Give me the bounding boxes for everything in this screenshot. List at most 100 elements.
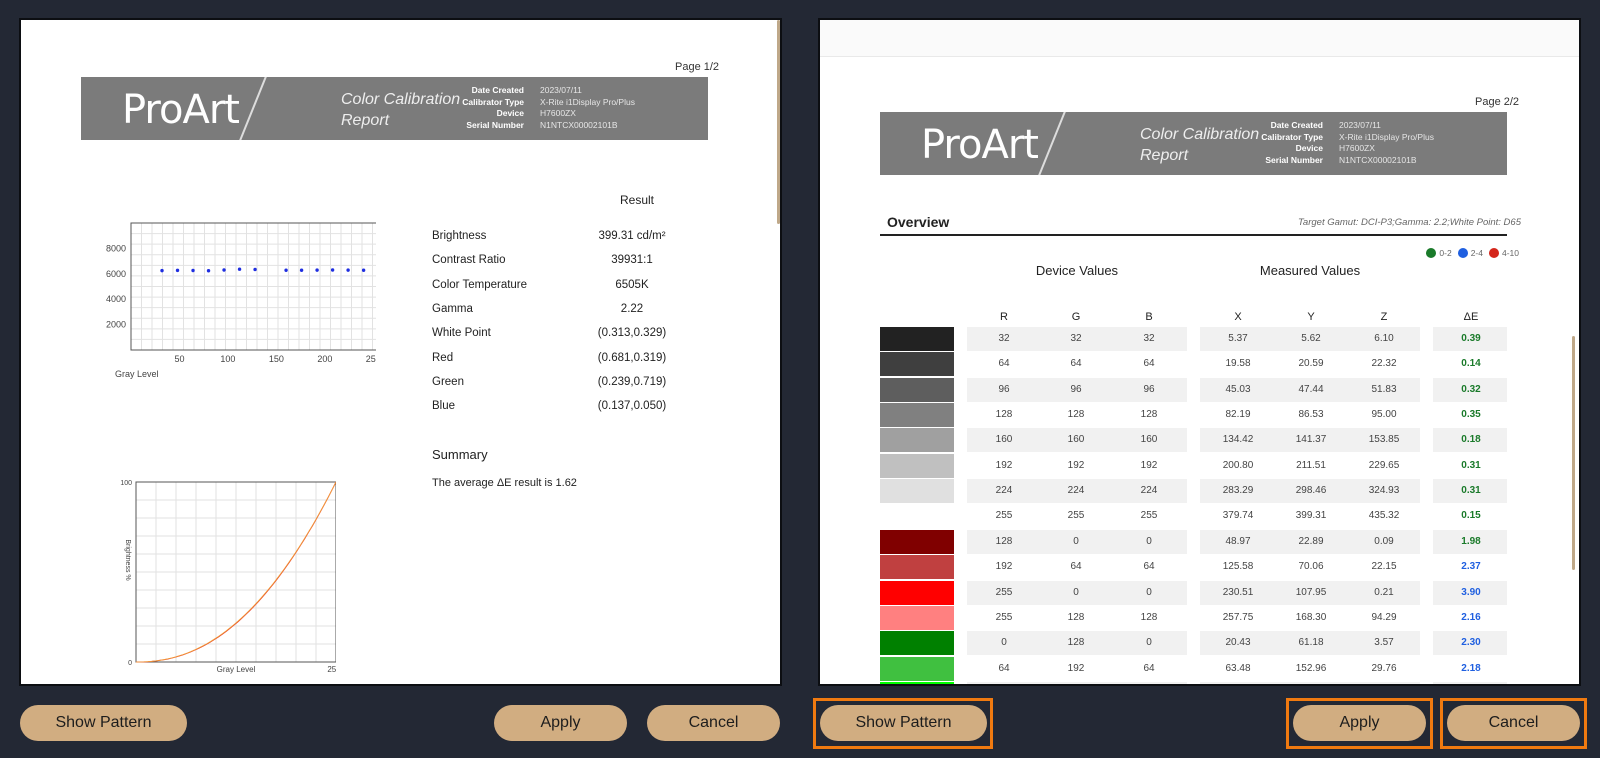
color-swatch (880, 327, 954, 351)
color-swatch (880, 581, 954, 605)
metric-row: White Point (0.313,0.329) (432, 327, 667, 340)
table-cell-b: 255 (1140, 510, 1158, 521)
table-cell-b: 160 (1140, 434, 1158, 445)
table-cell-x: 5.37 (1228, 333, 1248, 344)
delta-e-value: 0.18 (1461, 434, 1481, 445)
table-cell-x: 200.80 (1222, 460, 1254, 471)
summary-text: The average ΔE result is 1.62 (432, 477, 577, 489)
table-cell-x: 82.19 (1225, 409, 1251, 420)
measured-values-heading: Measured Values (1259, 263, 1361, 278)
table-cell-z: 22.15 (1371, 561, 1397, 572)
table-cell-b: 224 (1140, 485, 1158, 496)
table-cell-b: 0 (1146, 637, 1152, 648)
report-banner: ProArt Color Calibration Report Date Cre… (880, 112, 1507, 175)
table-cell-b: 0 (1119, 682, 1179, 684)
table-cell-x: 63.48 (1225, 663, 1251, 674)
table-cell-g: 128 (1067, 612, 1085, 623)
proart-logo: ProArt (122, 87, 240, 133)
metric-row: Contrast Ratio 39931:1 (432, 254, 653, 267)
table-cell-r: 255 (995, 587, 1013, 598)
cancel-button-left[interactable]: Cancel (647, 705, 780, 741)
table-cell-b: 0 (1146, 536, 1152, 547)
color-swatch (880, 403, 954, 427)
color-swatch (880, 352, 954, 376)
page-number: Page 2/2 (1475, 96, 1520, 108)
table-cell-z: 51.83 (1371, 384, 1397, 395)
table-cell-r: 128 (995, 409, 1013, 420)
delta-e-value: 2.65 (1441, 682, 1501, 684)
delta-e-value: 2.18 (1461, 663, 1481, 674)
color-swatch (880, 479, 954, 503)
table-cell-y: 284.29 (1281, 682, 1341, 684)
overview-divider (880, 234, 1507, 236)
table-cell-y: 141.37 (1295, 434, 1327, 445)
color-swatch (880, 504, 954, 528)
table-cell-z: 435.32 (1368, 510, 1400, 521)
delta-e-value: 0.31 (1461, 485, 1481, 496)
table-cell-g: 96 (1070, 384, 1082, 395)
column-header: Y (1307, 311, 1315, 323)
table-cell-z: 324.93 (1368, 485, 1400, 496)
table-cell-g: 192 (1067, 460, 1085, 471)
show-pattern-button-right[interactable]: Show Pattern (820, 705, 987, 741)
table-cell-z: 29.76 (1371, 663, 1397, 674)
apply-button-right[interactable]: Apply (1293, 705, 1426, 741)
y-tick-label: 6000 (106, 269, 126, 279)
table-cell-g: 255 (1067, 510, 1085, 521)
table-cell-g: 128 (1067, 409, 1085, 420)
data-point (191, 268, 195, 273)
table-cell-b: 64 (1143, 358, 1155, 369)
column-header: X (1234, 311, 1242, 323)
chart-title: Gamma Curve (96, 683, 155, 686)
table-cell-r: 224 (995, 485, 1013, 496)
table-cell-b: 32 (1143, 333, 1155, 344)
x-tick-label: 50 (174, 354, 184, 364)
delta-e-value: 2.37 (1461, 561, 1481, 572)
table-cell-y: 70.06 (1298, 561, 1324, 572)
page-1-scrollbar[interactable] (777, 20, 780, 224)
color-swatch (880, 428, 954, 452)
table-cell-y: 152.96 (1295, 663, 1327, 674)
table-cell-r: 192 (995, 460, 1013, 471)
data-point (284, 268, 288, 272)
report-page-2-panel[interactable]: Page 2/2 ProArt Color Calibration Report… (818, 18, 1581, 686)
table-cell-g: 224 (1067, 485, 1085, 496)
table-cell-r: 128 (995, 536, 1013, 547)
show-pattern-button-left[interactable]: Show Pattern (20, 705, 187, 741)
table-cell-g: 0 (1073, 587, 1079, 598)
table-cell-b: 96 (1143, 384, 1155, 395)
y-tick-label: 100 (120, 480, 132, 487)
cancel-button-right[interactable]: Cancel (1447, 705, 1580, 741)
table-cell-r: 192 (995, 561, 1013, 572)
table-cell-g: 0 (1073, 536, 1079, 547)
table-cell-r: 64 (998, 663, 1010, 674)
table-cell-g: 160 (1067, 434, 1085, 445)
legend-label: Measured (225, 684, 258, 686)
table-cell-y: 22.89 (1298, 536, 1324, 547)
delta-e-value: 0.32 (1461, 384, 1481, 395)
table-cell-r: 255 (995, 612, 1013, 623)
table-cell-g: 192 (1067, 663, 1085, 674)
table-cell-b: 64 (1143, 663, 1155, 674)
report-meta: Date Created 2023/07/11 Calibrator Type X-… (462, 85, 635, 130)
table-cell-x: 20.43 (1225, 637, 1251, 648)
x-tick-label: 255 (327, 665, 336, 674)
page-2-scrollbar[interactable] (1572, 336, 1575, 570)
table-cell-x: 283.29 (1222, 485, 1254, 496)
result-heading: Result (620, 193, 655, 207)
table-cell-x: 19.58 (1225, 358, 1251, 369)
delta-e-value: 0.39 (1461, 333, 1481, 344)
legend-item: 0-2 (1426, 248, 1452, 258)
target-info: Target Gamut: DCI-P3;Gamma: 2.2;White Po… (1298, 217, 1521, 228)
table-cell-r: 64 (998, 358, 1010, 369)
legend-dot-red (1488, 248, 1499, 258)
color-swatch (880, 378, 954, 402)
data-point (237, 267, 242, 271)
apply-button-left[interactable]: Apply (494, 705, 627, 741)
table-cell-g: 32 (1070, 333, 1082, 344)
legend-item: 2-4 (1457, 248, 1483, 258)
report-page-1-panel[interactable]: Page 1/2 ProArt Color Calibration Report… (19, 18, 782, 686)
metric-row: Red (0.681,0.319) (432, 351, 667, 364)
banner-divider (1035, 112, 1067, 175)
table-cell-b: 0 (1146, 587, 1152, 598)
